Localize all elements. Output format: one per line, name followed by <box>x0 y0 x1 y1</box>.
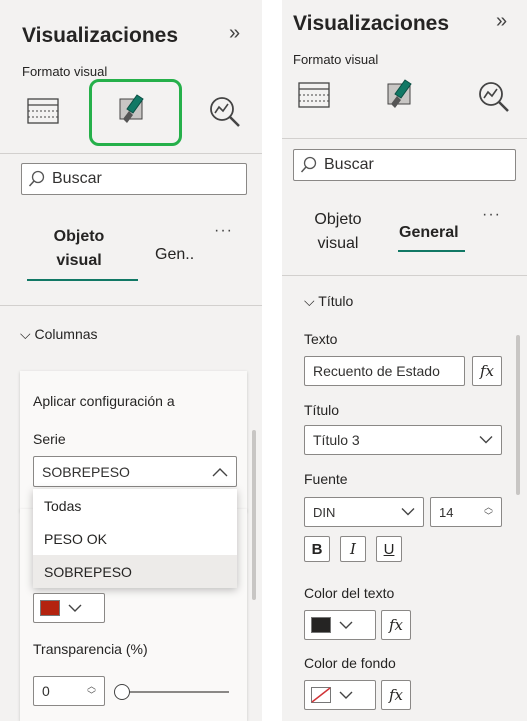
transparency-slider[interactable] <box>114 683 229 701</box>
search-icon <box>28 170 45 187</box>
text-label: Texto <box>304 331 338 347</box>
heading-dropdown[interactable]: Título 3 <box>304 425 502 455</box>
collapse-pane-button[interactable]: » <box>229 22 240 45</box>
divider <box>0 305 262 306</box>
font-size-stepper[interactable]: 14 ︿ ﹀ <box>430 497 502 527</box>
pane-title: Visualizaciones <box>293 12 450 35</box>
active-tab-underline <box>398 250 465 252</box>
heading-dropdown-value: Título 3 <box>313 432 360 448</box>
chevron-down-icon <box>339 691 353 699</box>
font-size-value: 14 <box>439 504 454 520</box>
slider-thumb[interactable] <box>114 684 130 700</box>
search-placeholder: Buscar <box>52 170 102 187</box>
chevron-down-icon <box>479 436 493 444</box>
background-color-picker[interactable] <box>304 680 376 710</box>
more-options-button[interactable]: ··· <box>214 222 233 240</box>
tab-label-line2: visual <box>56 252 102 269</box>
tab-visual-object[interactable]: Objeto visual <box>298 208 378 256</box>
series-label: Serie <box>33 431 66 447</box>
divider <box>282 138 527 139</box>
color-swatch <box>311 617 331 633</box>
bold-button[interactable]: B <box>304 536 330 562</box>
analytics-icon[interactable] <box>476 78 512 114</box>
font-family-dropdown[interactable]: DIN <box>304 497 424 527</box>
color-swatch <box>40 600 60 616</box>
chevron-down-icon <box>401 508 415 516</box>
build-visual-icon[interactable] <box>297 80 333 110</box>
stepper-arrows-icon: ︿ ﹀ <box>86 681 96 700</box>
format-visual-highlight <box>89 79 182 146</box>
underline-button[interactable]: U <box>376 536 402 562</box>
option-peso-ok[interactable]: PESO OK <box>33 522 237 555</box>
chevron-down-icon <box>339 621 353 629</box>
title-section-header[interactable]: ⌵ Título <box>304 293 353 310</box>
apply-settings-label: Aplicar configuración a <box>33 393 175 409</box>
title-text-value: Recuento de Estado <box>313 363 440 379</box>
build-visual-icon[interactable] <box>26 96 62 126</box>
analytics-icon[interactable] <box>207 93 243 129</box>
divider <box>282 275 527 276</box>
fx-button[interactable]: fx <box>381 610 411 640</box>
font-family-value: DIN <box>313 504 336 520</box>
transparency-label: Transparencia (%) <box>33 641 148 657</box>
tab-general[interactable]: Gen.. <box>155 243 194 267</box>
heading-label: Título <box>304 402 340 418</box>
option-todas[interactable]: Todas <box>33 489 237 522</box>
background-color-label: Color de fondo <box>304 655 396 671</box>
option-sobrepeso[interactable]: SOBREPESO <box>33 555 237 588</box>
tab-label-line2: visual <box>317 235 359 252</box>
scrollbar[interactable] <box>252 430 256 600</box>
title-text-input[interactable]: Recuento de Estado <box>304 356 465 386</box>
tab-label-line1: Objeto <box>314 211 362 228</box>
pane-subtitle: Formato visual <box>22 64 108 79</box>
format-visual-icon[interactable] <box>383 76 419 112</box>
series-dropdown[interactable]: SOBREPESO <box>33 456 237 487</box>
pane-subtitle: Formato visual <box>293 52 379 67</box>
divider <box>0 153 262 154</box>
transparency-value: 0 <box>42 683 50 699</box>
chevron-up-icon <box>212 467 228 476</box>
tab-visual-object[interactable]: Objeto visual <box>31 225 127 273</box>
section-label: Título <box>318 293 354 309</box>
series-dropdown-menu: Todas PESO OK SOBREPESO <box>33 489 237 588</box>
tab-label-line1: Objeto <box>53 228 105 245</box>
more-options-button[interactable]: ··· <box>482 206 501 224</box>
search-input[interactable]: Buscar <box>293 149 516 181</box>
search-icon <box>300 156 317 173</box>
search-input[interactable]: Buscar <box>21 163 247 195</box>
transparency-stepper[interactable]: 0 ︿ ﹀ <box>33 676 105 706</box>
text-color-label: Color del texto <box>304 585 395 601</box>
text-color-picker[interactable] <box>304 610 376 640</box>
columns-section-header[interactable]: ⌵ Columnas <box>20 326 98 343</box>
section-label: Columnas <box>34 326 98 342</box>
fx-button[interactable]: fx <box>381 680 411 710</box>
search-placeholder: Buscar <box>324 156 374 173</box>
italic-button[interactable]: I <box>340 536 366 562</box>
tab-general[interactable]: General <box>399 221 459 245</box>
color-picker-button[interactable] <box>33 593 105 623</box>
collapse-pane-button[interactable]: » <box>496 10 507 33</box>
chevron-down-icon: ⌵ <box>20 326 31 342</box>
visualizations-pane-left: Visualizaciones » Formato visual Buscar … <box>0 0 262 721</box>
stepper-arrows-icon: ︿ ﹀ <box>483 502 493 521</box>
fx-button[interactable]: fx <box>472 356 502 386</box>
chevron-down-icon <box>68 604 82 612</box>
no-color-swatch-icon <box>311 687 331 703</box>
pane-title: Visualizaciones <box>22 24 179 47</box>
scrollbar[interactable] <box>516 335 520 495</box>
chevron-down-icon: ⌵ <box>304 293 315 309</box>
series-dropdown-value: SOBREPESO <box>42 463 130 480</box>
font-label: Fuente <box>304 471 348 487</box>
active-tab-underline <box>27 279 138 281</box>
visualizations-pane-right: Visualizaciones » Formato visual Buscar <box>282 0 527 721</box>
